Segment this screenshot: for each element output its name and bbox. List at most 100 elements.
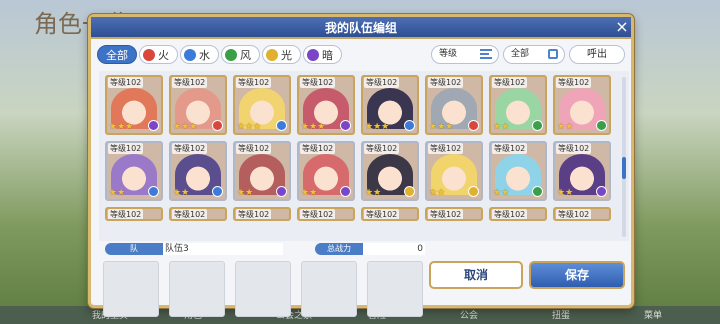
- character-card[interactable]: 等级102 ★★: [489, 75, 547, 135]
- element-icon: [276, 186, 287, 197]
- character-card[interactable]: 等级102: [169, 207, 227, 221]
- character-level: 等级102: [236, 77, 272, 88]
- group-dropdown[interactable]: 全部: [503, 45, 565, 64]
- character-roster: 等级102 ★★★ 等级102 ★★★ 等级102 ★★★ 等级102 ★★★ 等级102 ★★★…: [99, 71, 629, 241]
- filter-water-button[interactable]: 水: [180, 45, 219, 64]
- filter-icon: [548, 49, 558, 59]
- star-rating: ★★: [557, 188, 574, 198]
- element-icon: [212, 186, 223, 197]
- team-slots: [103, 247, 423, 317]
- character-level: 等级102: [428, 77, 464, 88]
- scroll-thumb[interactable]: [622, 157, 626, 179]
- character-level: 等级102: [364, 77, 400, 88]
- save-button[interactable]: 保存: [529, 261, 625, 289]
- character-card[interactable]: 等级102 ★★: [169, 141, 227, 201]
- team-slot[interactable]: [169, 261, 225, 317]
- team-slot[interactable]: [103, 261, 159, 317]
- character-card[interactable]: 等级102 ★★★: [425, 75, 483, 135]
- character-card[interactable]: 等级102 ★★★: [169, 75, 227, 135]
- character-level: 等级102: [172, 209, 208, 219]
- filter-label: 暗: [322, 48, 333, 62]
- bottom-nav-item: 菜单: [644, 311, 663, 321]
- element-icon: [468, 120, 479, 131]
- character-card[interactable]: 等级102 ★★★: [105, 75, 163, 135]
- element-icon: [148, 120, 159, 131]
- character-card[interactable]: 等级102: [425, 207, 483, 221]
- filter-label: 风: [240, 48, 251, 62]
- character-level: 等级102: [556, 143, 592, 154]
- element-icon: [404, 186, 415, 197]
- star-rating: ★★: [429, 188, 446, 198]
- star-rating: ★★★: [429, 122, 454, 132]
- character-card[interactable]: 等级102 ★★: [553, 75, 611, 135]
- character-card[interactable]: 等级102 ★★★: [361, 75, 419, 135]
- filter-light-button[interactable]: 光: [262, 45, 301, 64]
- character-card[interactable]: 等级102: [297, 207, 355, 221]
- water-icon: [184, 48, 196, 61]
- character-card[interactable]: 等级102 ★★★: [233, 75, 291, 135]
- character-level: 等级102: [108, 77, 144, 88]
- filter-fire-button[interactable]: 火: [139, 45, 178, 64]
- character-level: 等级102: [172, 143, 208, 154]
- call-button[interactable]: 呼出: [569, 45, 625, 64]
- star-rating: ★★: [493, 188, 510, 198]
- element-icon: [212, 120, 223, 131]
- element-icon: [596, 186, 607, 197]
- team-edit-modal: 我的队伍编组 × 全部 火 水 风 光 暗 等级 全部 呼出 等级102 ★★★ 等级102 ★…: [88, 14, 634, 317]
- character-level: 等级102: [300, 209, 336, 219]
- element-icon: [532, 186, 543, 197]
- filter-all-button[interactable]: 全部: [97, 45, 137, 64]
- element-icon: [532, 120, 543, 131]
- character-level: 等级102: [428, 209, 464, 219]
- filter-label: 全部: [106, 48, 128, 62]
- team-slot[interactable]: [367, 261, 423, 317]
- character-card[interactable]: 等级102 ★★: [553, 141, 611, 201]
- character-card[interactable]: 等级102 ★★: [361, 141, 419, 201]
- character-card[interactable]: 等级102 ★★: [233, 141, 291, 201]
- character-level: 等级102: [236, 209, 272, 219]
- filter-dark-button[interactable]: 暗: [303, 45, 342, 64]
- character-card[interactable]: 等级102: [489, 207, 547, 221]
- character-level: 等级102: [300, 77, 336, 88]
- character-card[interactable]: 等级102 ★★: [425, 141, 483, 201]
- filter-label: 水: [199, 48, 210, 62]
- roster-grid: 等级102 ★★★ 等级102 ★★★ 等级102 ★★★ 等级102 ★★★ 等级102 ★★★…: [105, 75, 611, 221]
- character-level: 等级102: [300, 143, 336, 154]
- character-level: 等级102: [108, 209, 144, 219]
- cancel-button[interactable]: 取消: [429, 261, 523, 289]
- filter-wind-button[interactable]: 风: [221, 45, 260, 64]
- team-slot[interactable]: [235, 261, 291, 317]
- sort-icon: [480, 49, 492, 59]
- element-icon: [468, 186, 479, 197]
- character-level: 等级102: [108, 143, 144, 154]
- character-card[interactable]: 等级102: [553, 207, 611, 221]
- star-rating: ★★: [237, 188, 254, 198]
- group-label: 全部: [511, 49, 530, 59]
- character-card[interactable]: 等级102: [233, 207, 291, 221]
- character-level: 等级102: [172, 77, 208, 88]
- character-level: 等级102: [556, 209, 592, 219]
- element-filter-bar: 全部 火 水 风 光 暗: [97, 45, 342, 65]
- character-level: 等级102: [364, 209, 400, 219]
- filter-label: 光: [281, 48, 292, 62]
- element-icon: [276, 120, 287, 131]
- character-level: 等级102: [492, 209, 528, 219]
- character-card[interactable]: 等级102 ★★: [297, 141, 355, 201]
- wind-icon: [225, 48, 237, 61]
- team-slot[interactable]: [301, 261, 357, 317]
- character-card[interactable]: 等级102 ★★★: [297, 75, 355, 135]
- element-icon: [404, 120, 415, 131]
- character-card[interactable]: 等级102 ★★: [105, 141, 163, 201]
- character-card[interactable]: 等级102: [361, 207, 419, 221]
- star-rating: ★★: [173, 188, 190, 198]
- character-card[interactable]: 等级102 ★★: [489, 141, 547, 201]
- character-level: 等级102: [556, 77, 592, 88]
- sort-dropdown[interactable]: 等级: [431, 45, 499, 64]
- star-rating: ★★★: [173, 122, 198, 132]
- star-rating: ★★: [365, 188, 382, 198]
- star-rating: ★★★: [237, 122, 262, 132]
- character-card[interactable]: 等级102: [105, 207, 163, 221]
- bottom-nav-item: 扭蛋: [552, 311, 571, 321]
- close-icon[interactable]: ×: [611, 17, 633, 37]
- roster-scrollbar[interactable]: [622, 77, 626, 237]
